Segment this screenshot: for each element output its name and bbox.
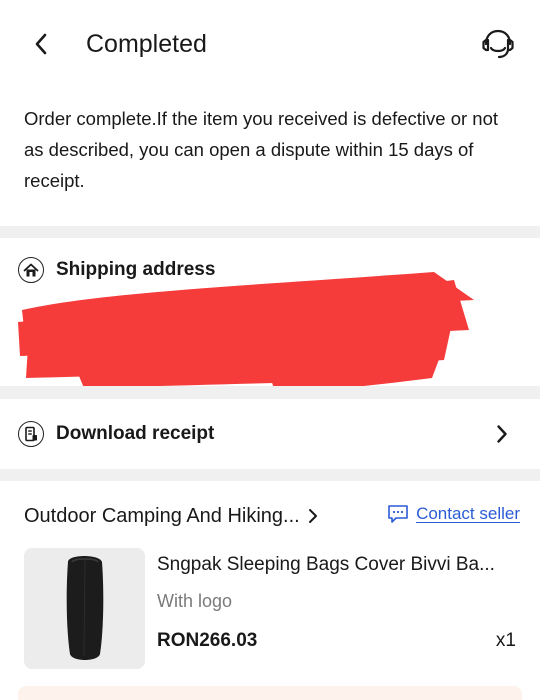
sleeping-bag-image bbox=[66, 556, 104, 660]
store-row: Outdoor Camping And Hiking... Contact se… bbox=[24, 501, 520, 531]
headset-icon bbox=[482, 29, 514, 59]
chat-icon bbox=[388, 505, 408, 523]
product-variant: With logo bbox=[157, 591, 233, 611]
redacted-address-scribble bbox=[18, 272, 474, 394]
product-thumbnail[interactable] bbox=[24, 548, 145, 669]
store-name-link[interactable]: Outdoor Camping And Hiking... bbox=[24, 501, 300, 531]
section-divider bbox=[0, 226, 540, 238]
customer-support-button[interactable] bbox=[478, 24, 518, 64]
download-receipt-label: Download receipt bbox=[56, 423, 215, 444]
product-title[interactable]: Sngpak Sleeping Bags Cover Bivvi Ba... bbox=[157, 552, 519, 578]
section-divider bbox=[0, 386, 540, 399]
receipt-icon bbox=[18, 421, 44, 447]
back-button[interactable] bbox=[26, 28, 56, 60]
contact-seller-label: Contact seller bbox=[416, 504, 520, 523]
header-bar: Completed bbox=[0, 0, 540, 88]
bottom-panel-edge bbox=[18, 686, 522, 700]
chevron-right-icon bbox=[492, 422, 512, 446]
store-chevron-icon[interactable] bbox=[308, 506, 322, 526]
chevron-left-icon bbox=[35, 33, 47, 55]
section-divider bbox=[0, 469, 540, 481]
order-complete-notice: Order complete.If the item you received … bbox=[24, 108, 499, 191]
page-title: Completed bbox=[86, 30, 207, 58]
product-quantity: x1 bbox=[495, 630, 516, 651]
contact-seller-link[interactable]: Contact seller bbox=[387, 504, 520, 524]
product-price: RON266.03 bbox=[157, 630, 258, 651]
download-receipt-row[interactable]: Download receipt bbox=[0, 399, 540, 469]
